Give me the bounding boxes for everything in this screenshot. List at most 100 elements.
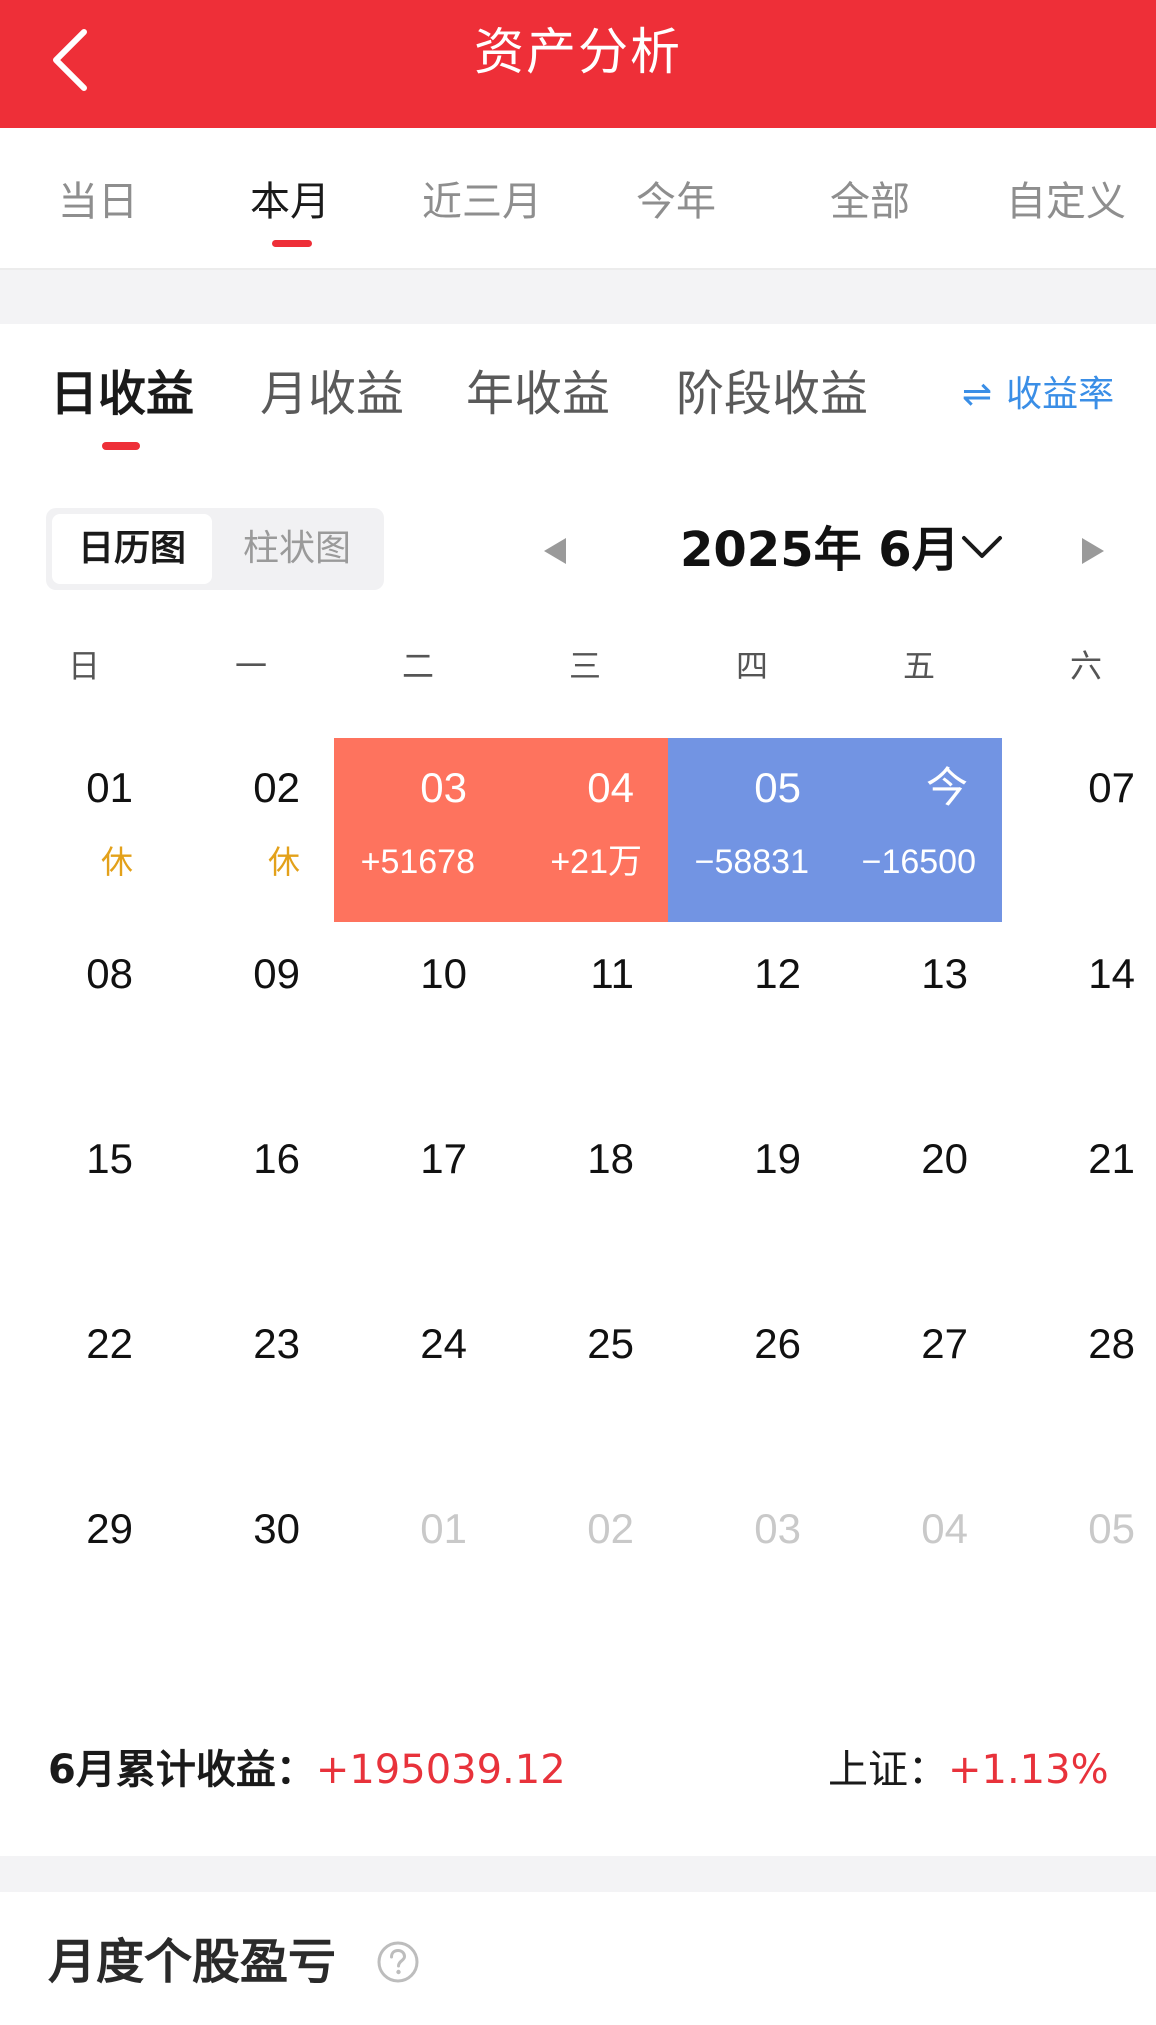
day-number: 07	[1088, 764, 1135, 811]
weekday-label: 二	[401, 647, 434, 685]
return-rate-label: 收益率	[1006, 374, 1115, 415]
calendar-day-cell[interactable]: 19	[668, 1109, 835, 1293]
month-label[interactable]: 2025年 6月	[680, 518, 960, 582]
day-number: 23	[253, 1320, 300, 1367]
tab-all[interactable]: 全部	[830, 174, 910, 230]
calendar-day-cell[interactable]: 08	[0, 924, 167, 1108]
day-number: 25	[587, 1320, 634, 1367]
calendar-day-cell[interactable]: 03	[668, 1479, 835, 1663]
calendar-day-cell[interactable]: 25	[501, 1294, 668, 1478]
calendar-day-cell[interactable]: 01 休	[0, 738, 167, 922]
calendar-day-cell[interactable]: 03 +51678	[334, 738, 501, 922]
calendar-day-cell[interactable]: 04 +21万	[501, 738, 668, 922]
chevron-down-icon[interactable]	[960, 530, 1004, 564]
calendar-day-cell[interactable]: 27	[835, 1294, 1002, 1478]
monthly-total-label: 6月累计收益：	[48, 1747, 316, 1793]
section-divider	[0, 270, 1156, 324]
page-title: 资产分析	[474, 23, 682, 81]
day-number: 03	[754, 1505, 801, 1552]
weekday-label: 五	[902, 647, 935, 685]
tab-three-months[interactable]: 近三月	[422, 174, 542, 230]
day-number: 04	[587, 764, 634, 811]
rest-day-label: 休	[267, 844, 300, 880]
calendar-day-cell[interactable]: 12	[668, 924, 835, 1108]
calendar-day-cell[interactable]: 28	[1002, 1294, 1156, 1478]
day-number: 21	[1088, 1135, 1135, 1182]
day-number: 04	[921, 1505, 968, 1552]
calendar-day-cell[interactable]: 13	[835, 924, 1002, 1108]
calendar-day-cell[interactable]: 26	[668, 1294, 835, 1478]
prev-month-icon[interactable]	[540, 534, 570, 568]
day-number: 05	[754, 764, 801, 811]
day-number: 08	[86, 950, 133, 997]
index-change: 上证：+1.13%	[828, 1742, 1109, 1798]
weekday-label: 六	[1069, 647, 1102, 685]
calendar-day-cell[interactable]: 07	[1002, 738, 1156, 922]
day-number: 今	[925, 764, 968, 811]
calendar-day-cell[interactable]: 29	[0, 1479, 167, 1663]
tab-this-year[interactable]: 今年	[636, 174, 716, 230]
calendar-day-cell[interactable]: 20	[835, 1109, 1002, 1293]
calendar-day-cell[interactable]: 01	[334, 1479, 501, 1663]
calendar-day-cell[interactable]: 02 休	[167, 738, 334, 922]
day-income-value: +51678	[360, 843, 475, 881]
day-number: 22	[86, 1320, 133, 1367]
day-number: 05	[1088, 1505, 1135, 1552]
next-month-icon[interactable]	[1078, 534, 1108, 568]
calendar-day-cell[interactable]: 18	[501, 1109, 668, 1293]
calendar-day-cell[interactable]: 30	[167, 1479, 334, 1663]
day-number: 01	[86, 764, 133, 811]
calendar-day-cell[interactable]: 17	[334, 1109, 501, 1293]
calendar-day-cell[interactable]: 14	[1002, 924, 1156, 1108]
day-number: 02	[253, 764, 300, 811]
income-tab-indicator	[102, 442, 140, 450]
calendar-day-cell[interactable]: 02	[501, 1479, 668, 1663]
tab-monthly-income[interactable]: 月收益	[260, 362, 404, 426]
calendar-day-cell[interactable]: 11	[501, 924, 668, 1108]
calendar-day-cell[interactable]: 10	[334, 924, 501, 1108]
day-number: 18	[587, 1135, 634, 1182]
tab-this-month[interactable]: 本月	[250, 174, 330, 230]
day-number: 28	[1088, 1320, 1135, 1367]
day-number: 11	[590, 950, 634, 997]
calendar-day-cell[interactable]: 04	[835, 1479, 1002, 1663]
bar-chart-view-button[interactable]: 柱状图	[216, 514, 378, 584]
day-income-value: −16500	[861, 843, 976, 881]
day-number: 14	[1088, 950, 1135, 997]
section-title: 月度个股盈亏	[48, 1934, 337, 1990]
calendar-day-cell[interactable]: 09	[167, 924, 334, 1108]
help-circle-icon[interactable]	[376, 1940, 420, 1984]
calendar-day-cell[interactable]: 15	[0, 1109, 167, 1293]
day-number: 19	[754, 1135, 801, 1182]
period-tabs: 当日 本月 近三月 今年 全部 自定义	[0, 128, 1156, 270]
index-label: 上证：	[828, 1747, 948, 1793]
day-number: 17	[420, 1135, 467, 1182]
tab-stage-income[interactable]: 阶段收益	[676, 362, 868, 426]
calendar-day-cell[interactable]: 23	[167, 1294, 334, 1478]
weekday-label: 日	[67, 647, 100, 685]
calendar-day-cell[interactable]: 16	[167, 1109, 334, 1293]
calendar-day-cell[interactable]: 05	[1002, 1479, 1156, 1663]
day-number: 26	[754, 1320, 801, 1367]
tab-yearly-income[interactable]: 年收益	[466, 362, 610, 426]
weekday-label: 一	[234, 647, 267, 685]
calendar-day-cell[interactable]: 今 −16500	[835, 738, 1002, 922]
section-divider	[0, 1856, 1156, 1892]
return-rate-link[interactable]: ⇌ 收益率	[962, 370, 1114, 420]
day-income-value: +21万	[550, 843, 642, 881]
day-number: 12	[754, 950, 801, 997]
tab-today[interactable]: 当日	[58, 174, 138, 230]
calendar-day-cell[interactable]: 24	[334, 1294, 501, 1478]
calendar-day-cell[interactable]: 21	[1002, 1109, 1156, 1293]
calendar-day-cell[interactable]: 22	[0, 1294, 167, 1478]
monthly-total-value: +195039.12	[315, 1747, 566, 1793]
day-number: 09	[253, 950, 300, 997]
tab-custom[interactable]: 自定义	[1006, 174, 1126, 230]
calendar-view-button[interactable]: 日历图	[52, 514, 212, 584]
calendar-day-cell[interactable]: 05 −58831	[668, 738, 835, 922]
day-number: 29	[86, 1505, 133, 1552]
view-toggle: 日历图 柱状图	[46, 508, 384, 590]
day-number: 20	[921, 1135, 968, 1182]
weekday-label: 三	[568, 647, 601, 685]
tab-daily-income[interactable]: 日收益	[50, 362, 194, 426]
